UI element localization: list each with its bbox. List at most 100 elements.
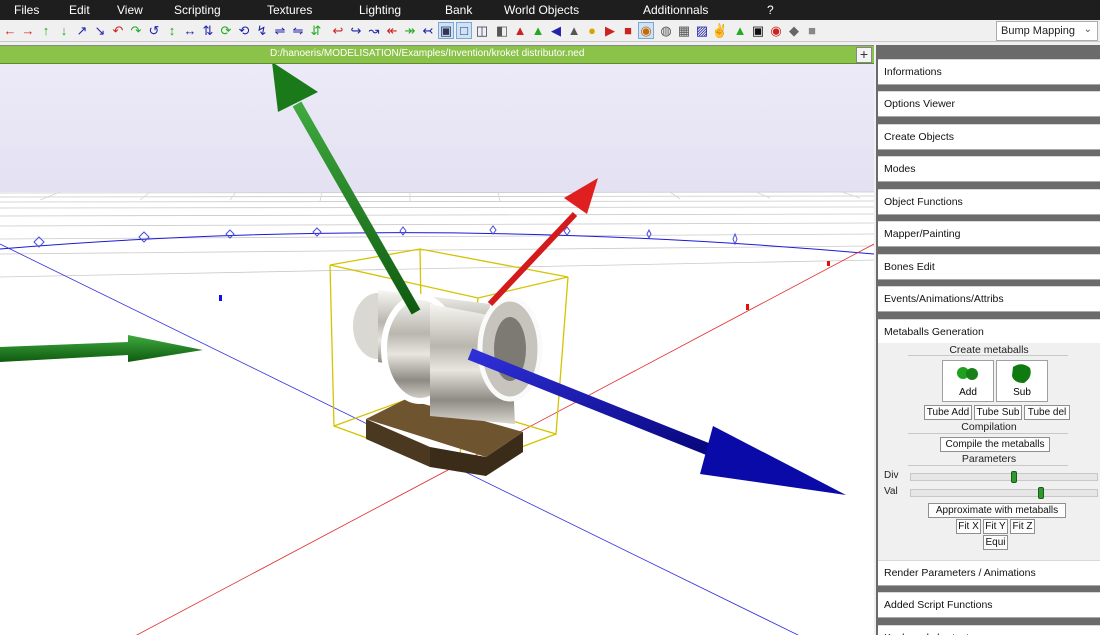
move-y-up-icon[interactable]: ↑: [38, 22, 54, 39]
settings-icon[interactable]: ◍: [658, 22, 674, 39]
divider: [908, 465, 1068, 466]
redo-arrow-icon[interactable]: →: [20, 22, 36, 39]
div-label: Div: [884, 470, 899, 481]
fit-y-button[interactable]: Fit Y: [983, 519, 1008, 534]
div-slider-thumb[interactable]: [1011, 471, 1017, 483]
script-icon[interactable]: ▨: [694, 22, 710, 39]
val-slider[interactable]: [910, 487, 1098, 499]
equi-button[interactable]: Equi: [983, 535, 1008, 550]
file-path: D:/hanoeris/MODELISATION/Examples/Invent…: [270, 48, 585, 59]
undo-arrow-icon[interactable]: ←: [2, 22, 18, 39]
scene-canvas[interactable]: [0, 64, 874, 635]
texture-icon[interactable]: ▲: [512, 22, 528, 39]
light-bulb-icon[interactable]: ▣: [438, 22, 454, 39]
hand-icon[interactable]: ✌: [712, 22, 728, 39]
record-icon[interactable]: ◫: [474, 22, 490, 39]
tube-add-button[interactable]: Tube Add: [924, 405, 972, 420]
menu-additionnals[interactable]: Additionnals: [643, 3, 708, 17]
monitor-icon[interactable]: ▣: [750, 22, 766, 39]
play-icon[interactable]: □: [456, 22, 472, 39]
add-metaball-button[interactable]: Add: [942, 360, 994, 402]
div-slider[interactable]: [910, 471, 1098, 483]
knife-icon[interactable]: ⇌: [272, 22, 288, 39]
weld-icon[interactable]: ⇋: [290, 22, 306, 39]
3d-viewport[interactable]: D:/hanoeris/MODELISATION/Examples/Invent…: [0, 45, 874, 635]
shape-icon[interactable]: ↢: [420, 22, 436, 39]
cut-icon[interactable]: ⟲: [236, 22, 252, 39]
section-events-animations-attribs[interactable]: Events/Animations/Attribs: [878, 286, 1100, 312]
move-y-down-icon[interactable]: ↓: [56, 22, 72, 39]
blue-axis-tick: [219, 295, 222, 301]
menu-edit[interactable]: Edit: [69, 3, 90, 17]
section-bones-edit[interactable]: Bones Edit: [878, 254, 1100, 280]
stop-icon[interactable]: ◉: [638, 22, 654, 39]
axis-snap-icon[interactable]: ⟳: [218, 22, 234, 39]
axis-view-icon[interactable]: ↞: [384, 22, 400, 39]
bank-icon[interactable]: ◀: [548, 22, 564, 39]
section-metaballs-generation[interactable]: Metaballs Generation: [878, 319, 1100, 345]
grid-icon[interactable]: ▦: [676, 22, 692, 39]
gray-box-icon[interactable]: ■: [804, 22, 820, 39]
fit-z-button[interactable]: Fit Z: [1010, 519, 1035, 534]
render-icon[interactable]: ■: [620, 22, 636, 39]
section-informations[interactable]: Informations: [878, 59, 1100, 85]
menu-view[interactable]: View: [117, 3, 143, 17]
approximate-metaballs-button[interactable]: Approximate with metaballs: [928, 503, 1066, 518]
red-axis-tick: [746, 304, 749, 310]
compile-metaballs-button[interactable]: Compile the metaballs: [940, 437, 1050, 452]
paint-icon[interactable]: ◧: [494, 22, 510, 39]
tube-del-button[interactable]: Tube del: [1024, 405, 1070, 420]
cone-icon[interactable]: ↠: [402, 22, 418, 39]
menu-textures[interactable]: Textures: [267, 3, 312, 17]
render-mode-select[interactable]: Bump Mapping ⌄: [996, 21, 1098, 41]
val-slider-thumb[interactable]: [1038, 487, 1044, 499]
slice-icon[interactable]: ↯: [254, 22, 270, 39]
section-added-script-functions[interactable]: Added Script Functions: [878, 592, 1100, 618]
rotate-x-icon[interactable]: ↶: [110, 22, 126, 39]
scale-z-icon[interactable]: ⇅: [200, 22, 216, 39]
camera-icon[interactable]: ▶: [602, 22, 618, 39]
parameters-title: Parameters: [961, 453, 1017, 465]
section-modes[interactable]: Modes: [878, 156, 1100, 182]
menu-bank[interactable]: Bank: [445, 3, 472, 17]
file-path-bar: D:/hanoeris/MODELISATION/Examples/Invent…: [0, 46, 874, 64]
add-view-button[interactable]: +: [856, 47, 872, 63]
menu-help[interactable]: ?: [767, 3, 774, 17]
diamond-icon[interactable]: ◆: [786, 22, 802, 39]
move-z-icon[interactable]: ↘: [92, 22, 108, 39]
section-render-parameters[interactable]: Render Parameters / Animations: [878, 560, 1100, 586]
rotate-y-icon[interactable]: ↷: [128, 22, 144, 39]
menu-world-objects[interactable]: World Objects: [504, 3, 579, 17]
fit-x-button[interactable]: Fit X: [956, 519, 981, 534]
menu-lighting[interactable]: Lighting: [359, 3, 401, 17]
chevron-down-icon: ⌄: [1083, 24, 1092, 35]
section-keyboard-shortcuts[interactable]: Keyboard shortcuts: [878, 625, 1100, 635]
add-metaball-icon: [957, 367, 978, 380]
target-icon[interactable]: ◉: [768, 22, 784, 39]
select-mode-icon[interactable]: ↩: [330, 22, 346, 39]
export-icon[interactable]: ▲: [566, 22, 582, 39]
compilation-title: Compilation: [961, 421, 1017, 433]
val-label: Val: [884, 486, 898, 497]
add-label: Add: [959, 387, 977, 398]
move-x-icon[interactable]: ↗: [74, 22, 90, 39]
rotate-z-icon[interactable]: ↺: [146, 22, 162, 39]
extrude-icon[interactable]: ⇵: [308, 22, 324, 39]
cube-icon[interactable]: ↝: [366, 22, 382, 39]
section-options-viewer[interactable]: Options Viewer: [878, 91, 1100, 117]
divider: [908, 433, 1068, 434]
trash-icon[interactable]: ▲: [732, 22, 748, 39]
section-create-objects[interactable]: Create Objects: [878, 124, 1100, 150]
section-mapper-painting[interactable]: Mapper/Painting: [878, 221, 1100, 247]
menu-bar: Files Edit View Scripting Textures Light…: [0, 0, 1100, 20]
menu-scripting[interactable]: Scripting: [174, 3, 221, 17]
section-object-functions[interactable]: Object Functions: [878, 189, 1100, 215]
tube-sub-button[interactable]: Tube Sub: [974, 405, 1022, 420]
save-icon[interactable]: ●: [584, 22, 600, 39]
menu-files[interactable]: Files: [14, 3, 39, 17]
sub-metaball-button[interactable]: Sub: [996, 360, 1048, 402]
lock-icon[interactable]: ▲: [530, 22, 546, 39]
face-mode-icon[interactable]: ↪: [348, 22, 364, 39]
scale-x-icon[interactable]: ↕: [164, 22, 180, 39]
scale-y-icon[interactable]: ↔: [182, 22, 198, 39]
